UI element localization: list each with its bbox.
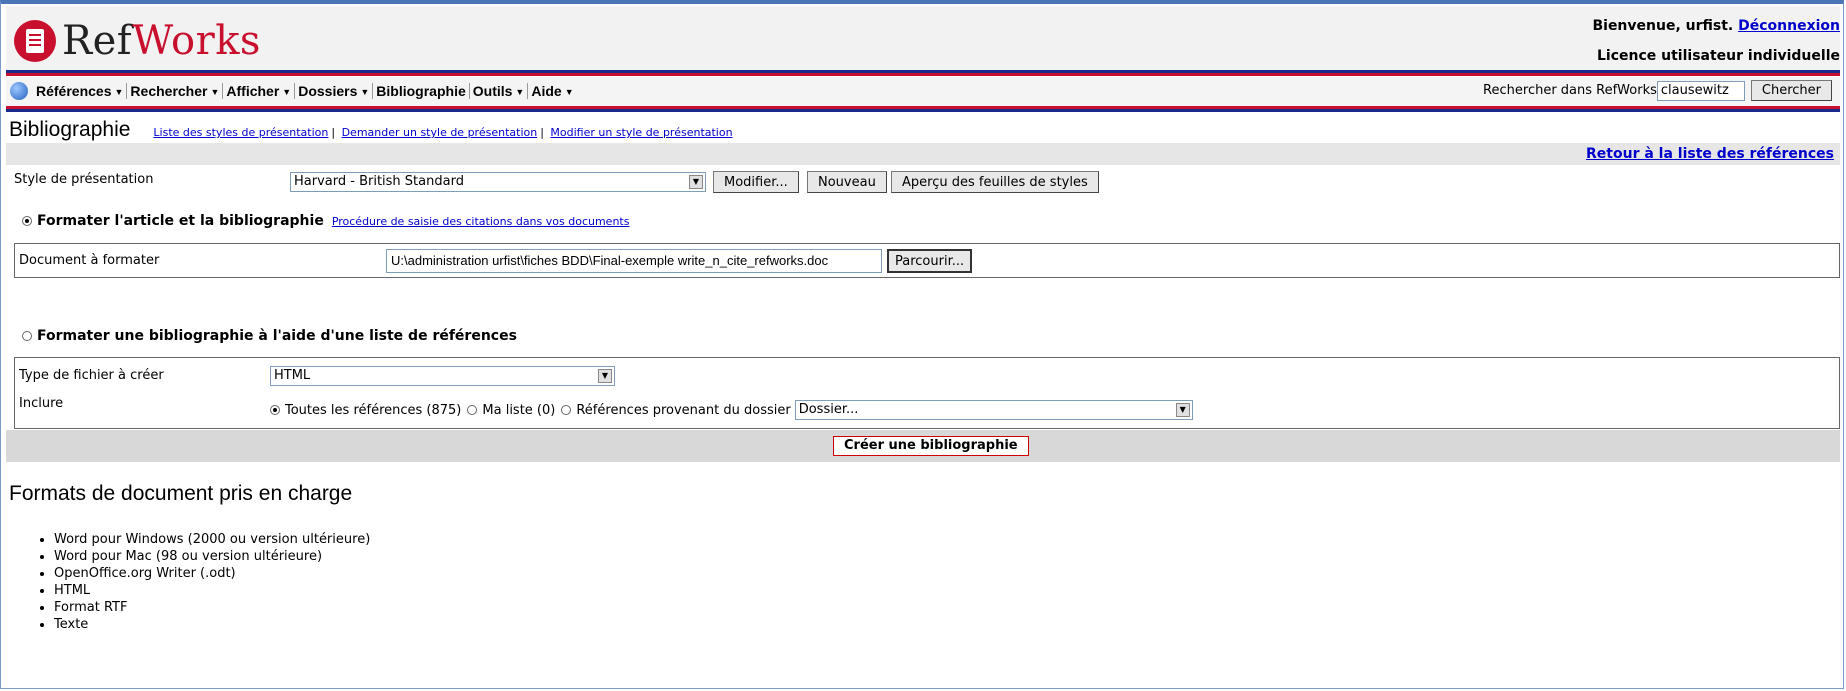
document-label: Document à formater (19, 253, 160, 268)
filetype-label: Type de fichier à créer (19, 368, 164, 383)
filetype-select[interactable]: HTML ▼ (270, 366, 615, 386)
include-all-label: Toutes les références (875) (285, 402, 462, 418)
include-folder-label: Références provenant du dossier (576, 402, 791, 418)
chevron-down-icon: ▼ (210, 87, 220, 98)
folder-select-value: Dossier... (798, 402, 859, 417)
include-mylist-radio[interactable] (467, 405, 478, 415)
chevron-down-icon: ▼ (689, 175, 703, 189)
nav-tools[interactable]: Outils ▼ (470, 83, 529, 99)
list-styles-link[interactable]: Liste des styles de présentation (153, 126, 328, 139)
globe-icon[interactable] (10, 82, 28, 100)
page-title: Bibliographie (9, 118, 131, 141)
format-document-radio[interactable] (22, 216, 32, 226)
new-button[interactable]: Nouveau (807, 171, 887, 193)
list-item: Texte (54, 616, 370, 633)
modify-button[interactable]: Modifier... (713, 171, 799, 193)
nav-bibliography-label: Bibliographie (376, 83, 466, 99)
nav-help[interactable]: Aide ▼ (528, 83, 576, 99)
nav-folders[interactable]: Dossiers ▼ (295, 83, 374, 99)
nav-search[interactable]: Rechercher ▼ (127, 83, 224, 99)
chevron-down-icon: ▼ (282, 87, 292, 98)
chevron-down-icon: ▼ (598, 369, 612, 383)
format-list-label: Formater une bibliographie à l'aide d'un… (37, 328, 517, 344)
list-item: Word pour Windows (2000 ou version ultér… (54, 531, 370, 548)
create-bibliography-button[interactable]: Créer une bibliographie (833, 436, 1029, 456)
document-box: Document à formater U:\administration ur… (14, 243, 1840, 278)
browse-button[interactable]: Parcourir... (887, 249, 973, 273)
nav-help-label: Aide (531, 83, 562, 99)
filetype-select-value: HTML (274, 368, 311, 383)
list-item: HTML (54, 582, 370, 599)
create-bar: Créer une bibliographie (6, 430, 1840, 462)
navbar: Références ▼ Rechercher ▼ Afficher ▼ Dossie… (6, 77, 1840, 107)
option-format-list[interactable]: Formater une bibliographie à l'aide d'un… (22, 328, 517, 344)
chevron-down-icon: ▼ (564, 87, 574, 98)
modify-style-link[interactable]: Modifier un style de présentation (550, 126, 732, 139)
style-select-value: Harvard - British Standard (294, 174, 464, 189)
chevron-down-icon: ▼ (360, 87, 370, 98)
preview-styles-button[interactable]: Aperçu des feuilles de styles (891, 171, 1099, 193)
include-options: Toutes les références (875) Ma liste (0)… (270, 400, 1193, 420)
logo-works-text: Works (132, 18, 261, 64)
nav-view[interactable]: Afficher ▼ (223, 83, 296, 99)
list-options-box: Type de fichier à créer HTML ▼ Inclure T… (14, 357, 1840, 429)
include-folder-radio[interactable] (561, 405, 572, 415)
nav-view-label: Afficher (226, 83, 280, 99)
search-input[interactable] (1656, 80, 1745, 101)
nav-menu: Références ▼ Rechercher ▼ Afficher ▼ Dossie… (33, 83, 577, 99)
option-format-document[interactable]: Formater l'article et la bibliographie P… (22, 213, 629, 229)
nav-bibliography[interactable]: Bibliographie (373, 83, 470, 99)
supported-formats-title: Formats de document pris en charge (9, 482, 353, 505)
back-to-references-link[interactable]: Retour à la liste des références (1586, 146, 1834, 162)
welcome-message: Bienvenue, urfist. Déconnexion (1592, 18, 1840, 34)
chevron-down-icon: ▼ (515, 87, 525, 98)
search-label: Rechercher dans RefWorks (1483, 83, 1657, 98)
nav-references-label: Références (36, 83, 112, 99)
header-stripe-bottom (6, 106, 1840, 112)
logo-text: RefWorks (62, 18, 261, 64)
folder-select[interactable]: Dossier... ▼ (794, 400, 1193, 420)
supported-formats-list: Word pour Windows (2000 ou version ultér… (38, 531, 370, 633)
format-document-label: Formater l'article et la bibliographie (37, 213, 324, 229)
list-item: Format RTF (54, 599, 370, 616)
logo-ref-text: Ref (62, 18, 133, 64)
style-label: Style de présentation (14, 172, 154, 187)
nav-search-area: Rechercher dans RefWorks Chercher (1483, 80, 1832, 101)
nav-folders-label: Dossiers (298, 83, 358, 99)
refworks-logo[interactable]: RefWorks (14, 18, 261, 64)
list-item: Word pour Mac (98 ou version ultérieure) (54, 548, 370, 565)
chevron-down-icon: ▼ (1175, 403, 1190, 417)
logout-link[interactable]: Déconnexion (1738, 18, 1840, 34)
format-list-radio[interactable] (22, 331, 32, 341)
document-icon (14, 20, 56, 62)
include-mylist-label: Ma liste (0) (482, 402, 556, 418)
header-stripe-top (6, 70, 1840, 76)
back-bar: Retour à la liste des références (6, 143, 1840, 165)
style-select[interactable]: Harvard - British Standard ▼ (290, 172, 706, 192)
document-path-input[interactable]: U:\administration urfist\fiches BDD\Fina… (386, 249, 882, 273)
search-button[interactable]: Chercher (1750, 80, 1832, 101)
citation-procedure-link[interactable]: Procédure de saisie des citations dans v… (332, 215, 630, 228)
style-links: Liste des styles de présentation | Demand… (153, 126, 733, 139)
chevron-down-icon: ▼ (114, 87, 124, 98)
nav-search-label: Rechercher (130, 83, 208, 99)
list-item: OpenOffice.org Writer (.odt) (54, 565, 370, 582)
include-all-radio[interactable] (270, 405, 280, 415)
licence-text: Licence utilisateur individuelle (1596, 48, 1840, 64)
welcome-text: Bienvenue, urfist. (1592, 18, 1734, 34)
request-style-link[interactable]: Demander un style de présentation (342, 126, 538, 139)
nav-tools-label: Outils (472, 83, 513, 99)
header: RefWorks Bienvenue, urfist. Déconnexion … (6, 6, 1840, 70)
nav-references[interactable]: Références ▼ (33, 83, 128, 99)
title-row: Bibliographie Liste des styles de présen… (9, 118, 736, 142)
include-label: Inclure (19, 396, 64, 411)
